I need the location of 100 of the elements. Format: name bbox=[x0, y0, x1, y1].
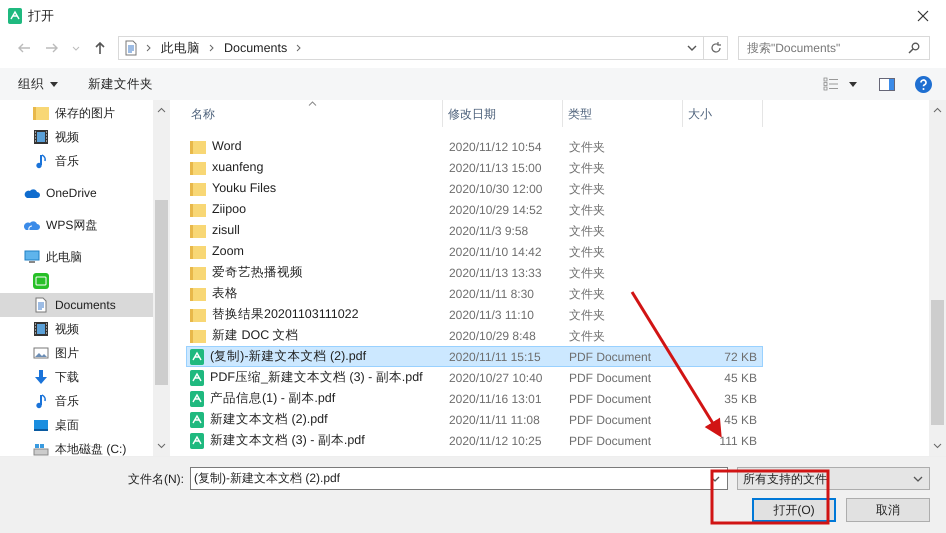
app-logo-icon bbox=[33, 273, 49, 289]
file-type: 文件夹 bbox=[568, 160, 606, 176]
file-row[interactable]: PDF压缩_新建文本文档 (3) - 副本.pdf 2020/10/27 10:40 PDF Document 45 KB bbox=[186, 367, 763, 388]
search-field[interactable]: 搜索"Documents" bbox=[738, 36, 930, 60]
breadcrumb-item[interactable]: 此电脑 bbox=[159, 38, 202, 58]
file-name: 替换结果20201103111022 bbox=[212, 306, 359, 324]
scroll-up-icon bbox=[933, 107, 942, 113]
file-size: 111 KB bbox=[719, 434, 757, 448]
search-icon bbox=[908, 42, 920, 54]
file-row[interactable]: 新建文本文档 (3) - 副本.pdf 2020/11/12 10:25 PDF Document 111 KB bbox=[186, 430, 763, 451]
file-list-scrollbar[interactable] bbox=[929, 100, 946, 456]
open-button[interactable]: 打开(O) bbox=[752, 498, 836, 522]
modified-date: 2020/11/3 9:58 bbox=[448, 222, 530, 240]
folder-icon bbox=[190, 222, 206, 238]
file-row[interactable]: zisull 2020/11/3 9:58 文件夹 bbox=[186, 220, 763, 241]
file-size: 72 KB bbox=[724, 350, 757, 364]
app-logo-icon bbox=[8, 8, 22, 24]
file-row[interactable]: Ziipoo 2020/10/29 14:52 文件夹 bbox=[186, 199, 763, 220]
file-name: Youku Files bbox=[212, 180, 276, 198]
refresh-button[interactable] bbox=[704, 36, 728, 60]
chevron-down-icon bbox=[913, 474, 923, 482]
modified-date: 2020/11/11 15:15 bbox=[448, 348, 542, 366]
modified-date: 2020/10/29 8:48 bbox=[448, 328, 537, 344]
file-size: 45 KB bbox=[724, 412, 757, 426]
nav-item[interactable]: 音乐 bbox=[0, 389, 153, 413]
file-row[interactable]: 新建文本文档 (2).pdf 2020/11/11 11:08 PDF Document 45 KB bbox=[186, 409, 763, 430]
modified-date: 2020/11/12 10:54 bbox=[448, 138, 543, 156]
close-icon bbox=[917, 10, 929, 22]
file-name: 新建文本文档 (2).pdf bbox=[210, 411, 328, 428]
file-row[interactable]: 表格 2020/11/11 8:30 文件夹 bbox=[186, 283, 763, 304]
file-type: 文件夹 bbox=[568, 328, 606, 344]
file-name: Ziipoo bbox=[212, 201, 246, 218]
file-row[interactable]: Zoom 2020/11/10 14:42 文件夹 bbox=[186, 241, 763, 262]
nav-item[interactable]: 视频 bbox=[0, 317, 153, 341]
modified-date: 2020/11/13 15:00 bbox=[448, 160, 543, 176]
file-row[interactable]: Word 2020/11/12 10:54 文件夹 bbox=[186, 136, 763, 157]
file-row[interactable]: xuanfeng 2020/11/13 15:00 文件夹 bbox=[186, 157, 763, 178]
modified-date: 2020/11/16 13:01 bbox=[448, 390, 543, 408]
scroll-thumb[interactable] bbox=[931, 300, 944, 425]
nav-item[interactable]: 视频 bbox=[0, 125, 153, 149]
file-type: 文件夹 bbox=[568, 286, 606, 302]
nav-item[interactable]: 保存的图片 bbox=[0, 101, 153, 125]
help-icon bbox=[915, 76, 932, 92]
file-type-dropdown[interactable]: 所有支持的文件 bbox=[737, 467, 930, 490]
pdf-file-icon bbox=[190, 348, 204, 364]
file-row[interactable]: 爱奇艺热播视频 2020/11/13 13:33 文件夹 bbox=[186, 262, 763, 283]
file-row[interactable]: 替换结果20201103111022 2020/11/3 11:10 文件夹 bbox=[186, 304, 763, 325]
file-name: 表格 bbox=[212, 285, 238, 302]
sidebar-scrollbar[interactable] bbox=[153, 100, 170, 456]
new-folder-button[interactable]: 新建文件夹 bbox=[88, 72, 153, 96]
document-icon bbox=[33, 297, 49, 313]
file-type: 文件夹 bbox=[568, 180, 606, 198]
nav-item[interactable]: OneDrive bbox=[0, 181, 153, 205]
modified-date: 2020/10/29 14:52 bbox=[448, 202, 544, 218]
film-icon bbox=[33, 129, 49, 145]
modified-date: 2020/11/11 11:08 bbox=[448, 412, 541, 428]
filename-field[interactable]: (复制)-新建文本文档 (2).pdf bbox=[190, 467, 728, 490]
file-type: PDF Document bbox=[568, 348, 652, 366]
cancel-button[interactable]: 取消 bbox=[846, 498, 930, 522]
preview-pane-icon bbox=[879, 78, 895, 90]
scroll-thumb[interactable] bbox=[155, 200, 168, 385]
modified-date: 2020/11/12 10:25 bbox=[448, 432, 543, 450]
forward-icon bbox=[45, 41, 59, 55]
file-row[interactable]: 新建 DOC 文档 2020/10/29 8:48 文件夹 bbox=[186, 325, 763, 346]
nav-item[interactable]: 下载 bbox=[0, 365, 153, 389]
file-name: (复制)-新建文本文档 (2).pdf bbox=[210, 348, 366, 366]
file-type: PDF Document bbox=[568, 432, 652, 450]
nav-item[interactable]: 图片 bbox=[0, 341, 153, 365]
modified-date: 2020/11/3 11:10 bbox=[448, 306, 535, 324]
nav-item[interactable]: 音乐 bbox=[0, 149, 153, 173]
folder-icon bbox=[190, 306, 206, 322]
nav-item[interactable]: 桌面 bbox=[0, 413, 153, 437]
film-icon bbox=[33, 321, 49, 337]
file-name: 新建文本文档 (3) - 副本.pdf bbox=[210, 432, 365, 450]
file-row[interactable]: Youku Files 2020/10/30 12:00 文件夹 bbox=[186, 178, 763, 199]
file-row[interactable]: (复制)-新建文本文档 (2).pdf 2020/11/11 15:15 PDF Document 72 KB bbox=[186, 346, 763, 367]
file-name: Zoom bbox=[212, 243, 244, 260]
folder-icon bbox=[190, 264, 206, 280]
file-name: 爱奇艺热播视频 bbox=[212, 264, 303, 282]
scroll-down-icon bbox=[157, 443, 166, 449]
column-header[interactable]: 名称 bbox=[186, 100, 443, 127]
column-header[interactable]: 类型 bbox=[563, 100, 683, 127]
nav-item[interactable]: 本地磁盘 (C:) bbox=[0, 437, 153, 456]
folder-icon bbox=[190, 138, 206, 154]
column-header[interactable]: 大小 bbox=[683, 100, 763, 127]
folder-icon bbox=[33, 105, 49, 121]
file-type: 文件夹 bbox=[568, 264, 606, 282]
file-row[interactable]: 产品信息(1) - 副本.pdf 2020/11/16 13:01 PDF Document 35 KB bbox=[186, 388, 763, 409]
refresh-icon bbox=[710, 42, 722, 54]
column-header[interactable]: 修改日期 bbox=[443, 100, 563, 127]
nav-item[interactable]: 此电脑 bbox=[0, 245, 153, 269]
breadcrumb-item[interactable]: Documents bbox=[222, 38, 290, 58]
chevron-down-icon bbox=[687, 44, 697, 52]
nav-item[interactable]: Documents bbox=[0, 293, 153, 317]
pdf-file-icon bbox=[190, 432, 204, 448]
address-bar[interactable]: 此电脑 Documents bbox=[118, 36, 704, 60]
modified-date: 2020/11/10 14:42 bbox=[448, 244, 543, 260]
organize-menu-button[interactable]: 组织 bbox=[18, 72, 58, 96]
folder-icon bbox=[190, 328, 206, 344]
nav-item[interactable]: WPS网盘 bbox=[0, 213, 153, 237]
